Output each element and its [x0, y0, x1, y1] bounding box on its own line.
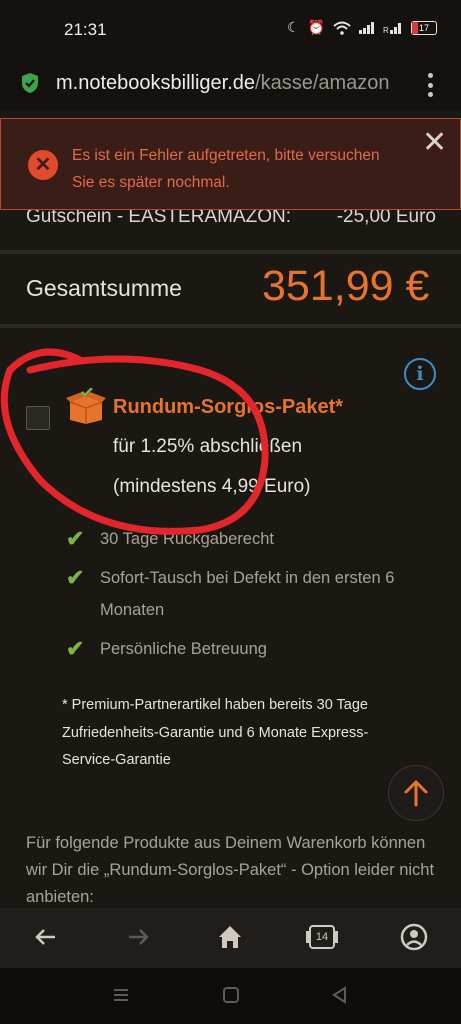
system-back-icon[interactable]: [331, 986, 349, 1009]
recent-apps-icon[interactable]: [112, 986, 130, 1009]
shield-check-icon: [22, 73, 38, 93]
total-label: Gesamtsumme: [26, 275, 182, 301]
battery-level: 17: [418, 22, 429, 33]
check-icon: ✔: [66, 565, 85, 590]
alarm-icon: ⏰: [307, 19, 325, 35]
info-icon[interactable]: i: [404, 358, 436, 390]
package-checkbox[interactable]: [26, 406, 50, 430]
check-icon: ✔: [66, 636, 85, 661]
feature-text: 30 Tage Rückgaberecht: [100, 530, 274, 548]
feature-item: ✔ Sofort-Tausch bei Defekt in den ersten…: [66, 562, 446, 626]
tabs-button[interactable]: 14: [305, 920, 339, 954]
unavailable-products-text: Für folgende Produkte aus Deinem Warenko…: [26, 834, 435, 906]
back-icon[interactable]: [29, 920, 63, 954]
url-domain: m.notebooksbilliger.de: [56, 72, 256, 94]
total-value: 351,99 €: [262, 262, 430, 310]
divider: [0, 250, 461, 254]
scroll-to-top-button[interactable]: [388, 765, 444, 821]
home-icon[interactable]: [213, 920, 247, 954]
moon-icon: ☾: [287, 19, 300, 35]
close-icon[interactable]: ✕: [422, 128, 447, 158]
feature-text: Sofort-Tausch bei Defekt in den ersten 6…: [100, 569, 395, 619]
check-icon: ✔: [66, 526, 85, 551]
package-rate: für 1.25% abschließen: [113, 436, 303, 457]
status-time: 21:31: [64, 20, 107, 39]
signal-icon-2: R: [383, 22, 401, 34]
package-title[interactable]: Rundum-Sorglos-Paket*: [113, 396, 343, 419]
tabs-count: 14: [315, 931, 329, 943]
signal-icon: [359, 21, 374, 34]
profile-icon[interactable]: [397, 920, 431, 954]
forward-icon[interactable]: [121, 920, 155, 954]
feature-item: ✔ 30 Tage Rückgaberecht: [66, 523, 446, 555]
svg-text:R: R: [383, 26, 389, 34]
error-icon: ✕: [28, 150, 58, 180]
browser-menu-button[interactable]: [420, 70, 440, 100]
package-minimum: (mindestens 4,99 Euro): [113, 476, 311, 497]
feature-item: ✔ Persönliche Betreuung: [66, 633, 446, 665]
feature-text: Persönliche Betreuung: [100, 640, 267, 658]
divider: [0, 324, 461, 328]
url-path: /kasse/amazon: [255, 72, 390, 94]
arrow-up-icon: [404, 779, 428, 807]
partner-note: * Premium-Partnerartikel haben bereits 3…: [62, 697, 369, 768]
error-message: Es ist ein Fehler aufgetreten, bitte ver…: [72, 147, 380, 191]
battery-icon: 17: [411, 20, 437, 35]
package-box-icon: [66, 388, 106, 424]
wifi-icon: [333, 21, 351, 35]
system-home-icon[interactable]: [222, 986, 240, 1009]
status-icons: ☾ ⏰ R 17: [287, 19, 437, 36]
url-text[interactable]: m.notebooksbilliger.de/kasse/amazon: [56, 72, 406, 95]
